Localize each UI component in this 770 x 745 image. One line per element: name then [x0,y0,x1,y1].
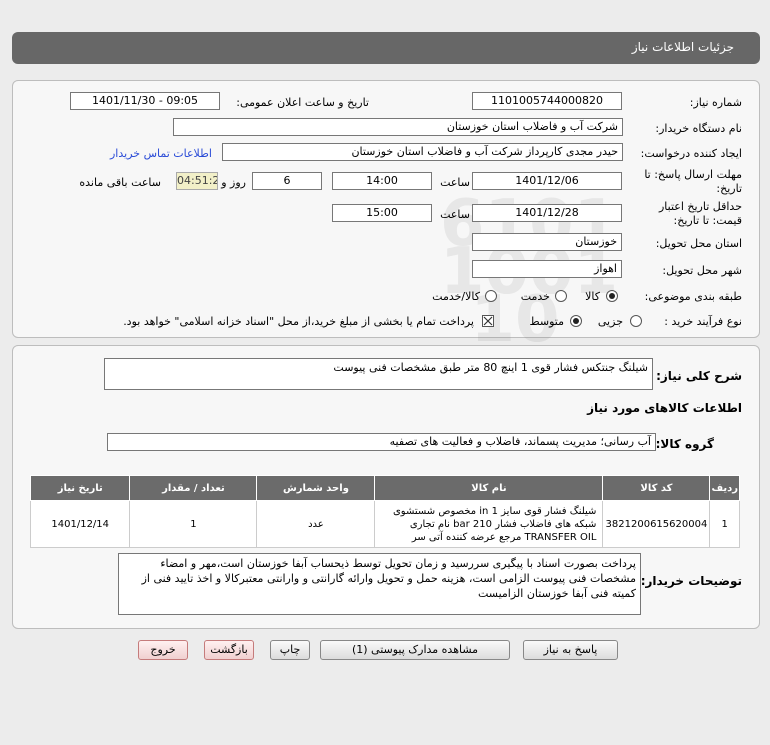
payment-note: پرداخت تمام یا بخشی از مبلغ خرید،از محل … [123,315,474,328]
need-number-field[interactable]: 1101005744000820 [472,92,622,110]
province-field[interactable]: خوزستان [472,233,622,251]
days-field[interactable]: 6 [252,172,322,190]
process-label: نوع فرآیند خرید : [664,315,742,328]
announce-label: تاریخ و ساعت اعلان عمومی: [236,96,369,109]
col-date: تاریخ نیاز [29,475,131,501]
category-goods-service-label: کالا/خدمت [432,290,480,303]
table-row[interactable]: 1 3821200615620004 شیلنگ فشار قوی سایز 1… [29,500,740,548]
group-label: گروه کالا: [655,437,714,451]
process-medium-label: متوسط [529,315,564,328]
exit-button[interactable]: خروج [138,640,188,660]
buyer-org-label: نام دستگاه خریدار: [655,122,742,135]
creator-field[interactable]: حیدر مجدی کارپرداز شرکت آب و فاضلاب استا… [222,143,623,161]
process-minor-label: جزیی [597,315,623,328]
category-label: طبقه بندی موضوعی: [644,290,742,303]
treasury-checkbox[interactable] [482,315,494,327]
process-medium-radio[interactable] [570,315,582,327]
col-row: ردیف [709,475,740,501]
buyer-notes-field[interactable]: پرداخت بصورت اسناد با پیگیری سررسید و زم… [118,553,641,615]
print-button[interactable]: چاپ [270,640,310,660]
deadline-label: مهلت ارسال پاسخ: تا تاریخ: [644,168,742,196]
col-name: نام کالا [374,475,604,501]
validity-label: حداقل تاریخ اعتبار قیمت: تا تاریخ: [659,200,742,228]
page-header: جزئیات اطلاعات نیاز [12,32,760,64]
buyer-notes-label: توضیحات خریدار: [640,574,742,588]
cell-unit: عدد [256,500,376,548]
validity-time-field[interactable]: 15:00 [332,204,432,222]
deadline-hour-label: ساعت [440,176,470,189]
deadline-label-line2: تاریخ: [716,182,742,195]
validity-label-line2: قیمت: تا تاریخ: [673,214,742,227]
deadline-time-field[interactable]: 14:00 [332,172,432,190]
summary-label: شرح کلی نیاز: [656,369,742,383]
category-goods-radio[interactable] [606,290,618,302]
days-label: روز و [221,176,246,189]
cell-row: 1 [709,500,740,548]
checkbox-cross-icon [483,316,493,326]
col-qty: تعداد / مقدار [129,475,258,501]
reply-button[interactable]: پاسخ به نیاز [523,640,618,660]
validity-label-line1: حداقل تاریخ اعتبار [658,200,742,213]
creator-label: ایجاد کننده درخواست: [640,147,742,160]
goods-table: ردیف کد کالا نام کالا واحد شمارش تعداد /… [29,475,740,548]
cell-date: 1401/12/14 [29,500,131,548]
page-title: جزئیات اطلاعات نیاز [631,40,734,54]
category-goods-service-radio[interactable] [485,290,497,302]
remaining-time-field: 04:51:28 [176,172,218,190]
validity-hour-label: ساعت [440,208,470,221]
process-minor-radio[interactable] [630,315,642,327]
deadline-date-field[interactable]: 1401/12/06 [472,172,622,190]
cell-code: 3821200615620004 [602,500,711,548]
col-unit: واحد شمارش [256,475,376,501]
cell-qty: 1 [129,500,258,548]
col-code: کد کالا [602,475,711,501]
summary-field[interactable]: شیلنگ جنتکس فشار قوی 1 اینچ 80 متر طبق م… [104,358,653,390]
announce-field[interactable]: 1401/11/30 - 09:05 [70,92,220,110]
city-label: شهر محل تحویل: [662,264,742,277]
cell-name: شیلنگ فشار قوی سایز 1 in مخصوص شستشوی شب… [374,500,604,548]
goods-table-header: ردیف کد کالا نام کالا واحد شمارش تعداد /… [29,475,740,501]
goods-section-title: اطلاعات کالاهای مورد نیاز [587,401,742,415]
validity-date-field[interactable]: 1401/12/28 [472,204,622,222]
need-number-label: شماره نیاز: [689,96,742,109]
view-documents-button[interactable]: مشاهده مدارک پیوستی (1) [320,640,510,660]
province-label: استان محل تحویل: [655,237,742,250]
category-service-label: خدمت [520,290,550,303]
buyer-org-field[interactable]: شرکت آب و فاضلاب استان خوزستان [173,118,623,136]
category-service-radio[interactable] [555,290,567,302]
contact-buyer-link[interactable]: اطلاعات تماس خریدار [110,147,212,160]
back-button[interactable]: بازگشت [204,640,254,660]
deadline-label-line1: مهلت ارسال پاسخ: تا [644,168,742,181]
city-field[interactable]: اهواز [472,260,622,278]
category-goods-label: کالا [585,290,600,303]
remaining-label: ساعت باقی مانده [79,176,161,189]
group-field[interactable]: آب رسانی؛ مدیریت پسماند، فاضلاب و فعالیت… [107,433,656,451]
